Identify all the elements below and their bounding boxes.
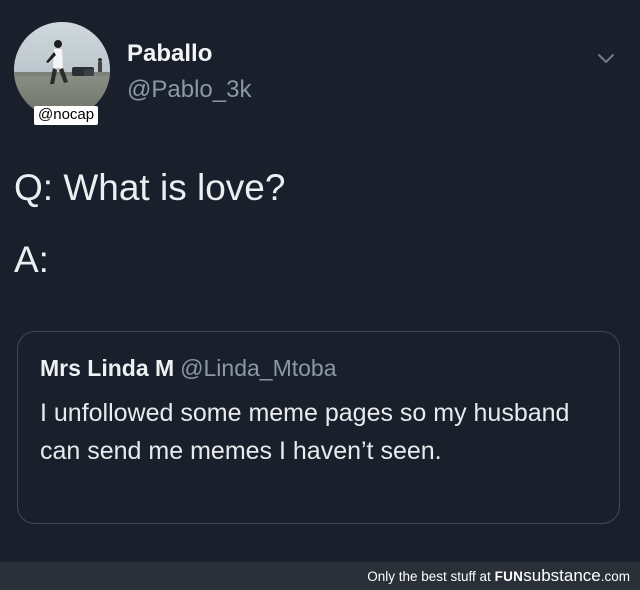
display-name[interactable]: Paballo: [127, 40, 212, 68]
watermark-footer: Only the best stuff at FUNsubstance.com: [0, 562, 640, 590]
avatar[interactable]: [14, 22, 110, 118]
avatar-watermark: @nocap: [34, 106, 99, 125]
tweet-text-answer: A:: [14, 239, 49, 280]
footer-brand-tld: .com: [600, 569, 630, 584]
tweet-text-question: Q: What is love?: [14, 167, 286, 208]
tweet: @nocap Paballo @Pablo_3k Q: What is love…: [0, 0, 640, 562]
quoted-tweet-text: I unfollowed some meme pages so my husba…: [40, 399, 570, 465]
quoted-tweet-card[interactable]: Mrs Linda M @Linda_Mtoba I unfollowed som…: [17, 331, 620, 524]
chevron-down-icon[interactable]: [596, 52, 616, 66]
footer-credit: Only the best stuff at FUNsubstance.com: [367, 566, 630, 585]
user-handle[interactable]: @Pablo_3k: [127, 76, 251, 104]
avatar-photo: [14, 22, 110, 118]
footer-brand-fun: FUN: [494, 569, 524, 584]
quoted-display-name: Mrs Linda M: [40, 355, 175, 381]
footer-text: Only the best stuff at: [367, 569, 491, 584]
footer-brand-substance: substance: [523, 566, 601, 585]
quoted-tweet-header: Mrs Linda M @Linda_Mtoba: [40, 354, 337, 382]
quoted-user-handle: @Linda_Mtoba: [180, 355, 337, 381]
